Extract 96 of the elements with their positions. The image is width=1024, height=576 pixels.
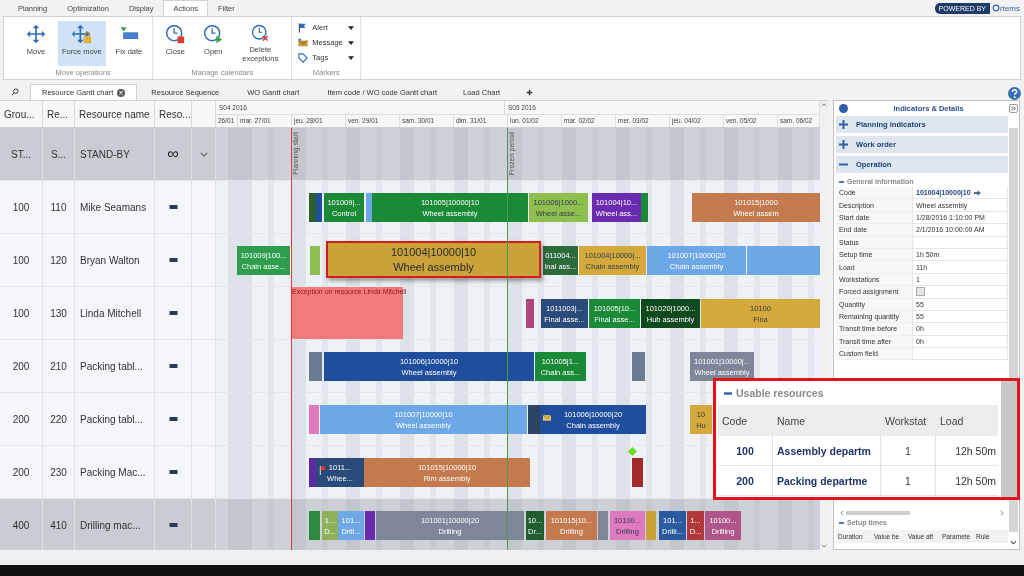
table-cell: 100 [718, 436, 773, 465]
operation-bar[interactable] [632, 458, 643, 487]
column-header[interactable]: Resource name [75, 101, 155, 127]
operation-bar[interactable] [646, 511, 656, 540]
table-cell: ST... [0, 128, 43, 180]
table-cell: 200 [0, 446, 43, 498]
scroll-down-icon[interactable] [1010, 540, 1017, 545]
operation-bar[interactable] [528, 405, 540, 434]
column-header[interactable]: Grou... [0, 101, 43, 127]
table-cell: 400 [0, 499, 43, 550]
table-cell: 120 [43, 234, 75, 286]
operation-bar[interactable] [316, 193, 322, 222]
table-cell: 100 [0, 234, 43, 286]
help-icon[interactable] [1008, 87, 1021, 100]
column-header[interactable]: Workstat [881, 414, 936, 427]
resource-name: Packing tabl... [75, 393, 155, 445]
resource-type-icon [168, 523, 178, 527]
resource-name: Bryan Walton [75, 234, 155, 286]
operation-bar[interactable] [641, 193, 648, 222]
column-header[interactable]: Reso... [155, 101, 192, 127]
operation-bar[interactable] [310, 246, 320, 275]
minus-icon[interactable] [839, 521, 844, 524]
resource-type-icon [168, 258, 178, 262]
scrollbar-thumb[interactable] [846, 511, 910, 515]
resource-name: STAND-BY [75, 128, 155, 180]
operation-bar[interactable] [526, 299, 534, 328]
column-header[interactable]: Code [718, 414, 773, 427]
operation-bar[interactable]: 101004|10000|10 Wheel assembly [326, 241, 541, 278]
operation-bar[interactable] [365, 511, 375, 540]
table-cell: 1 [881, 436, 936, 465]
collapse-panel-icon[interactable] [1009, 104, 1018, 113]
move-arrows-icon [26, 24, 46, 44]
table-cell: 220 [43, 393, 75, 445]
operation-bar[interactable] [309, 352, 322, 381]
checkbox[interactable] [916, 287, 925, 297]
operation-bar[interactable] [598, 511, 608, 540]
table-cell: Packing departme [773, 466, 881, 495]
table-cell: 410 [43, 499, 75, 550]
resource-name: Drilling mac... [75, 499, 155, 550]
resource-type-icon [168, 470, 178, 474]
table-cell: 200 [0, 393, 43, 445]
table-cell-text: 12h 50m [954, 473, 997, 489]
table-cell-text: 12h 50m [954, 443, 997, 459]
search-icon[interactable] [11, 88, 19, 96]
table-cell: 130 [43, 287, 75, 339]
arrow-right-icon[interactable] [973, 189, 981, 196]
scroll-right-icon[interactable] [1000, 510, 1004, 516]
operation-bar[interactable] [747, 246, 820, 275]
move-lock-icon [71, 24, 92, 44]
resource-type-icon [168, 205, 178, 209]
column-header[interactable]: Load [936, 414, 998, 427]
table-cell: 110 [43, 181, 75, 233]
caret-icon [348, 55, 355, 60]
operation-bar[interactable] [632, 352, 645, 381]
caret-icon [348, 40, 355, 45]
table-cell: 1 [881, 466, 936, 495]
table-cell: 100 [0, 181, 43, 233]
resource-type-icon [168, 311, 178, 315]
clock-play-icon [203, 24, 224, 44]
column-header[interactable]: Name [773, 414, 881, 427]
operation-bar[interactable] [309, 511, 320, 540]
clock-lock-icon [165, 24, 186, 44]
tag-icon [298, 52, 309, 63]
chevron-down-icon[interactable] [199, 151, 208, 157]
scrollbar[interactable] [1001, 381, 1017, 497]
scroll-up-icon[interactable] [821, 103, 827, 107]
close-icon[interactable] [117, 88, 126, 97]
ring-icon [992, 4, 1000, 12]
brand-name: rtems [1000, 3, 1020, 13]
resource-name: Linda Mitchell [75, 287, 155, 339]
scroll-left-icon[interactable] [840, 510, 844, 516]
table-cell: 100 [0, 287, 43, 339]
operation-bar[interactable] [366, 193, 372, 222]
resource-type-icon [168, 364, 178, 368]
infinity-symbol: ∞ [167, 145, 179, 163]
add-tab-icon[interactable] [526, 88, 534, 96]
minus-icon[interactable] [839, 180, 844, 183]
operation-bar[interactable] [309, 458, 316, 487]
column-header[interactable]: Re... [43, 101, 75, 127]
operation-bar[interactable] [309, 193, 316, 222]
table-cell: Assembly departm [773, 436, 881, 465]
resource-name: Packing tabl... [75, 340, 155, 392]
table-cell: 210 [43, 340, 75, 392]
table-cell: 230 [43, 446, 75, 498]
caret-icon [348, 25, 355, 30]
clock-delete-icon [250, 24, 271, 42]
circle-icon [839, 104, 848, 113]
table-cell: S... [43, 128, 75, 180]
popup-title: Usable resources [736, 387, 824, 399]
envelope-icon [298, 37, 309, 48]
resource-name: Packing Mac... [75, 446, 155, 498]
operation-bar[interactable] [309, 405, 319, 434]
resource-name: Mike Seamans [75, 181, 155, 233]
table-cell: 200 [718, 466, 773, 495]
resource-type-icon [168, 417, 178, 421]
table-cell: 200 [0, 340, 43, 392]
